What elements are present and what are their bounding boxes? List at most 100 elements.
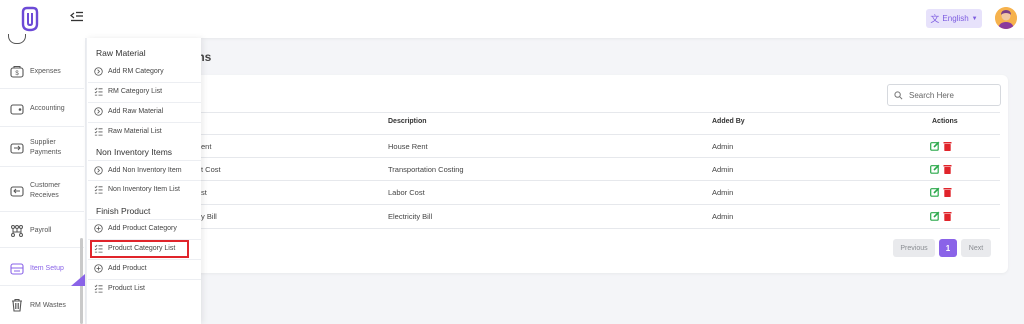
cell-description: House Rent xyxy=(388,142,428,151)
active-indicator xyxy=(71,274,85,286)
flyout-item-add-non-inventory-item[interactable]: Add Non Inventory Item xyxy=(94,166,182,175)
item-setup-flyout-menu xyxy=(86,38,201,324)
row-actions xyxy=(930,211,954,221)
flyout-item-label: Non Inventory Item List xyxy=(108,186,180,193)
sidebar-partial-item[interactable] xyxy=(8,34,26,44)
edit-icon[interactable] xyxy=(930,164,940,174)
cell-name: st xyxy=(201,188,207,197)
flyout-item-add-product[interactable]: Add Product xyxy=(94,264,147,273)
flyout-item-label: Product List xyxy=(108,285,145,292)
sidebar-item-label: RM Wastes xyxy=(30,301,66,309)
row-divider xyxy=(172,228,1000,229)
header-divider xyxy=(172,134,1000,135)
accounting-icon xyxy=(10,103,24,115)
edit-icon[interactable] xyxy=(930,141,940,151)
chevron-down-icon: ▼ xyxy=(971,15,978,22)
flyout-item-label: Add Non Inventory Item xyxy=(108,167,182,174)
cell-added-by: Admin xyxy=(712,165,734,174)
pagination-next-button[interactable]: Next xyxy=(961,239,991,257)
row-actions xyxy=(930,187,954,197)
list-icon xyxy=(94,185,103,194)
list-icon xyxy=(94,87,103,96)
cell-description: Transportation Costing xyxy=(388,165,464,174)
selection-highlight-box xyxy=(90,240,189,258)
add-circle-icon xyxy=(94,264,103,273)
menu-toggle-icon[interactable] xyxy=(70,11,84,23)
delete-icon[interactable] xyxy=(943,164,952,174)
column-header-description: Description xyxy=(388,118,427,125)
delete-icon[interactable] xyxy=(943,211,952,221)
add-circle-icon xyxy=(94,224,103,233)
flyout-item-raw-material-list[interactable]: Raw Material List xyxy=(94,127,162,136)
cell-added-by: Admin xyxy=(712,188,734,197)
item-setup-icon xyxy=(10,262,24,275)
sidebar-item-label: Expenses xyxy=(30,68,61,75)
divider xyxy=(88,160,201,161)
sidebar-item-expenses[interactable]: $ Expenses xyxy=(0,55,84,89)
sidebar-item-label: Accounting xyxy=(30,105,65,112)
flyout-item-add-product-category[interactable]: Add Product Category xyxy=(94,224,177,233)
sidebar-item-accounting[interactable]: Accounting xyxy=(0,91,84,127)
list-icon xyxy=(94,127,103,136)
table-top-border xyxy=(172,112,1000,113)
flyout-item-rm-category-list[interactable]: RM Category List xyxy=(94,87,162,96)
sidebar-item-customer-receives[interactable]: Customer Receives xyxy=(0,170,84,212)
search-placeholder: Search Here xyxy=(909,90,954,100)
language-label: English xyxy=(942,14,969,23)
flyout-item-product-list[interactable]: Product List xyxy=(94,284,145,293)
sidebar-item-label: Item Setup xyxy=(30,265,64,272)
flyout-item-label: Add RM Category xyxy=(108,68,164,75)
row-actions xyxy=(930,141,954,151)
trash-icon xyxy=(12,298,22,312)
edit-icon[interactable] xyxy=(930,211,940,221)
flyout-item-label: Add Raw Material xyxy=(108,108,164,115)
add-circle-icon xyxy=(94,67,103,76)
sidebar-item-label: Customer Receives xyxy=(30,181,61,199)
language-selector[interactable]: 文 English ▼ xyxy=(926,9,982,28)
content-card xyxy=(164,75,1008,273)
user-avatar[interactable] xyxy=(995,7,1017,29)
sidebar-item-supplier-payments[interactable]: Supplier Payments xyxy=(0,129,84,167)
add-circle-icon xyxy=(94,107,103,116)
flyout-heading-finish-product: Finish Product xyxy=(96,206,151,216)
row-divider xyxy=(172,180,1000,181)
cell-name: y Bill xyxy=(201,212,217,221)
delete-icon[interactable] xyxy=(943,141,952,151)
wallet-icon: $ xyxy=(10,65,24,78)
app-logo-icon[interactable] xyxy=(20,6,40,32)
cell-description: Electricity Bill xyxy=(388,212,433,221)
row-divider xyxy=(172,204,1000,205)
cell-description: Labor Cost xyxy=(388,188,425,197)
row-divider xyxy=(172,157,1000,158)
flyout-item-non-inventory-item-list[interactable]: Non Inventory Item List xyxy=(94,185,180,194)
divider xyxy=(88,219,201,220)
column-header-actions: Actions xyxy=(932,118,958,125)
cell-name: ent xyxy=(201,142,212,151)
divider xyxy=(88,122,201,123)
flyout-item-label: Raw Material List xyxy=(108,128,162,135)
add-circle-icon xyxy=(94,166,103,175)
avatar-image xyxy=(995,7,1017,29)
delete-icon[interactable] xyxy=(943,187,952,197)
list-icon xyxy=(94,284,103,293)
divider xyxy=(88,279,201,280)
column-header-added-by: Added By xyxy=(712,118,745,125)
edit-icon[interactable] xyxy=(930,187,940,197)
top-bar: 文 English ▼ xyxy=(0,0,1024,38)
supplier-payments-icon xyxy=(10,142,24,154)
sidebar-item-label: Supplier Payments xyxy=(30,138,62,156)
flyout-item-label: RM Category List xyxy=(108,88,163,95)
pagination-page-1[interactable]: 1 xyxy=(939,239,957,257)
flyout-item-label: Add Product xyxy=(108,265,147,272)
pagination-previous-button[interactable]: Previous xyxy=(893,239,935,257)
divider xyxy=(88,82,201,83)
divider xyxy=(88,180,201,181)
flyout-item-label: Add Product Category xyxy=(108,225,177,232)
flyout-heading-non-inventory-items: Non Inventory Items xyxy=(96,147,173,157)
flyout-item-add-raw-material[interactable]: Add Raw Material xyxy=(94,107,163,116)
sidebar-item-rm-wastes[interactable]: RM Wastes xyxy=(0,288,84,322)
flyout-item-add-rm-category[interactable]: Add RM Category xyxy=(94,67,164,76)
sidebar-item-payroll[interactable]: Payroll xyxy=(0,214,84,248)
search-input[interactable]: Search Here xyxy=(887,84,1001,106)
sidebar-item-label: Payroll xyxy=(30,227,52,234)
